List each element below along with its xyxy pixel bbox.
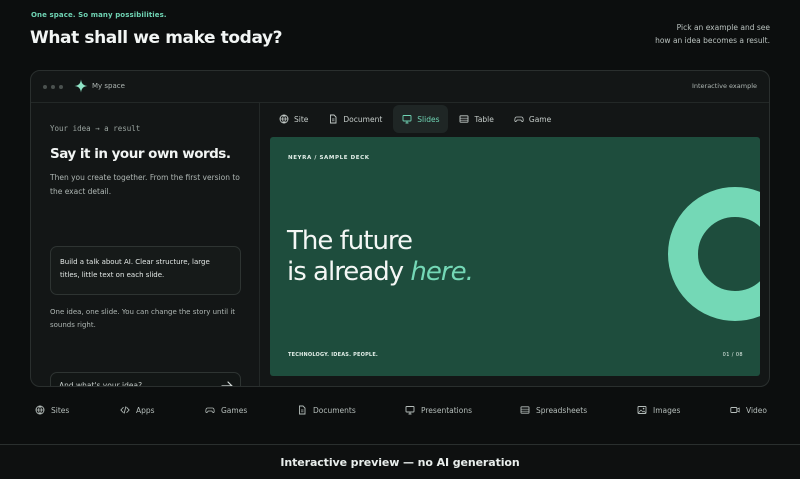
idea-input[interactable] bbox=[59, 373, 219, 386]
window-dot bbox=[43, 85, 47, 89]
tab-game[interactable]: Game bbox=[505, 105, 560, 133]
tab-slides[interactable]: Slides bbox=[393, 105, 449, 133]
window-dot bbox=[59, 85, 63, 89]
gamepad-icon bbox=[514, 116, 524, 122]
tab-site[interactable]: Site bbox=[270, 105, 317, 133]
panel-title: Say it in your own words. bbox=[50, 146, 231, 162]
hint-text: Pick an example and see how an idea beco… bbox=[610, 21, 770, 47]
example-prompt-card: Build a talk about AI. Clear structure, … bbox=[50, 246, 241, 295]
image-icon bbox=[637, 406, 647, 414]
slide-preview: NEYRA / SAMPLE DECK The future is alread… bbox=[270, 137, 760, 376]
slide-title-accent: here. bbox=[410, 257, 473, 287]
slide-title-line: is already here. bbox=[287, 257, 474, 288]
nav-label: Games bbox=[221, 405, 248, 415]
panel-note: One idea, one slide. You can change the … bbox=[50, 308, 236, 329]
footer-text: Interactive preview — no AI generation bbox=[280, 455, 520, 469]
video-icon bbox=[730, 407, 740, 413]
nav-label: Documents bbox=[313, 405, 356, 415]
nav-item-spreadsheets[interactable]: Spreadsheets bbox=[520, 405, 587, 415]
table-icon bbox=[520, 406, 530, 414]
globe-icon bbox=[35, 405, 45, 415]
nav-item-sites[interactable]: Sites bbox=[35, 405, 69, 415]
code-icon bbox=[120, 406, 130, 414]
tab-label: Game bbox=[528, 114, 552, 124]
nav-item-presentations[interactable]: Presentations bbox=[405, 405, 472, 415]
tab-label: Slides bbox=[417, 114, 440, 124]
tab-document[interactable]: Document bbox=[319, 105, 391, 133]
nav-item-games[interactable]: Games bbox=[205, 405, 247, 415]
globe-icon bbox=[279, 114, 289, 124]
page-title: What shall we make today? bbox=[30, 28, 283, 48]
gamepad-icon bbox=[205, 407, 215, 413]
slide-title-line: The future bbox=[287, 226, 413, 256]
nav-label: Images bbox=[653, 405, 681, 415]
ring-graphic bbox=[668, 187, 760, 321]
nav-label: Sites bbox=[51, 405, 70, 415]
nav-label: Video bbox=[746, 405, 768, 415]
sparkle-icon bbox=[74, 79, 88, 93]
tab-label: Site bbox=[294, 114, 309, 124]
nav-item-documents[interactable]: Documents bbox=[297, 405, 356, 415]
tab-label: Table bbox=[474, 114, 494, 124]
nav-label: Presentations bbox=[421, 405, 473, 415]
slide-title: The future is already here. bbox=[287, 226, 474, 288]
hint-line: how an idea becomes a result. bbox=[655, 36, 770, 45]
idea-input-box bbox=[50, 372, 241, 387]
slide-page-number: 01 / 08 bbox=[722, 352, 743, 358]
panel-description: Then you create together. From the first… bbox=[50, 173, 240, 196]
space-name: My space bbox=[92, 82, 125, 90]
arrow-right-icon[interactable] bbox=[220, 379, 234, 387]
nav-item-images[interactable]: Images bbox=[637, 405, 680, 415]
footer-banner: Interactive preview — no AI generation bbox=[0, 444, 800, 479]
presentation-icon bbox=[402, 115, 412, 124]
nav-label: Spreadsheets bbox=[536, 405, 588, 415]
tagline: One space. So many possibilities. bbox=[31, 11, 167, 19]
nav-item-video[interactable]: Video bbox=[730, 405, 767, 415]
hint-line: Pick an example and see bbox=[676, 23, 770, 32]
document-icon bbox=[299, 405, 306, 415]
document-icon bbox=[330, 114, 337, 124]
slide-title-prefix: is already bbox=[287, 257, 411, 287]
window-dot bbox=[51, 85, 55, 89]
window-dots bbox=[43, 85, 63, 89]
tab-label: Document bbox=[343, 114, 383, 124]
category-nav: Sites Apps Games Documents Presentations… bbox=[0, 400, 800, 424]
nav-item-apps[interactable]: Apps bbox=[120, 405, 155, 415]
table-icon bbox=[460, 115, 469, 123]
slide-kicker: NEYRA / SAMPLE DECK bbox=[288, 155, 370, 161]
preview-tabs: Site Document Slides Table Game bbox=[270, 105, 560, 133]
slide-footer: TECHNOLOGY. IDEAS. PEOPLE. bbox=[288, 352, 379, 358]
window-titlebar: My space Interactive example bbox=[31, 71, 769, 103]
mode-label: Interactive example bbox=[691, 82, 757, 90]
panel-eyebrow: Your idea → a result bbox=[50, 124, 141, 133]
presentation-icon bbox=[405, 406, 415, 415]
app-window: My space Interactive example Your idea →… bbox=[30, 70, 770, 387]
nav-label: Apps bbox=[136, 405, 155, 415]
tab-table[interactable]: Table bbox=[450, 105, 502, 133]
idea-panel: Your idea → a result Say it in your own … bbox=[31, 103, 260, 386]
